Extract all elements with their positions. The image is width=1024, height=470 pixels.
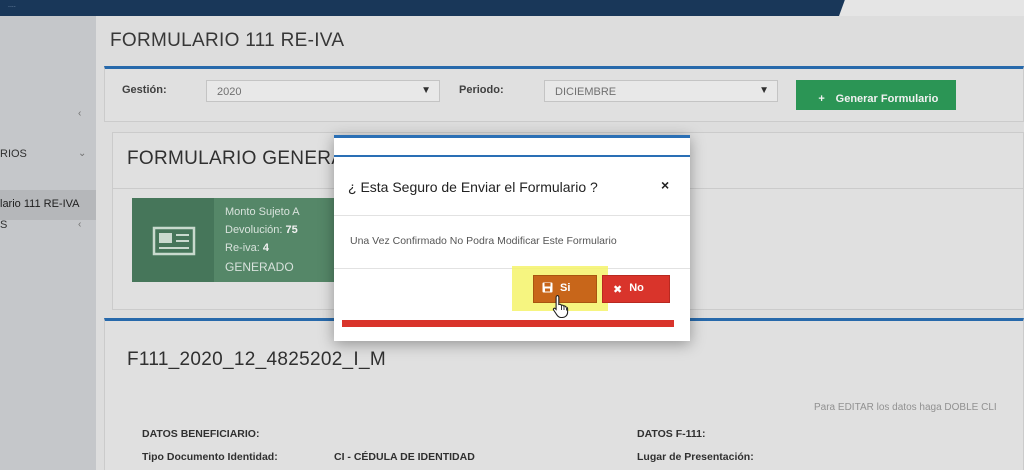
no-button-label: No bbox=[629, 282, 644, 294]
modal-bottom-bar bbox=[342, 320, 674, 327]
save-icon bbox=[542, 282, 553, 293]
modal-header: ¿ Esta Seguro de Enviar el Formulario ? … bbox=[334, 155, 690, 216]
modal-title: ¿ Esta Seguro de Enviar el Formulario ? bbox=[348, 179, 598, 195]
close-x-icon: ✖ bbox=[613, 284, 623, 296]
hand-cursor-icon bbox=[552, 294, 569, 318]
modal-message: Una Vez Confirmado No Podra Modificar Es… bbox=[350, 235, 617, 247]
yes-button-label: Si bbox=[560, 282, 571, 294]
no-button[interactable]: ✖ No bbox=[602, 275, 670, 303]
close-icon[interactable]: × bbox=[661, 177, 669, 193]
